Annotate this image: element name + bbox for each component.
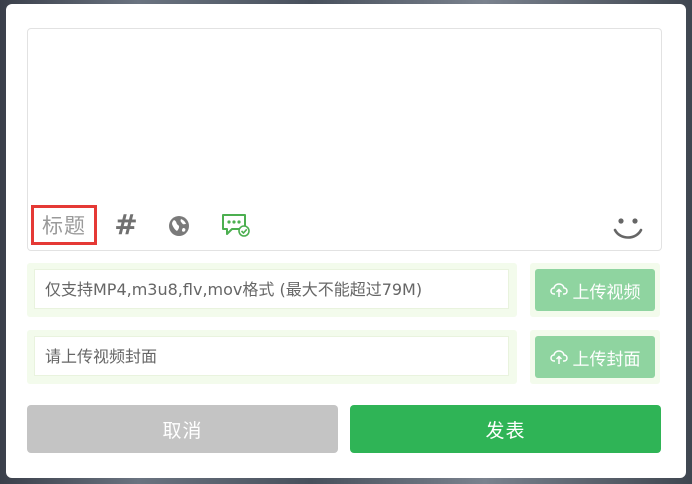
video-url-input[interactable] bbox=[34, 269, 509, 309]
publish-button[interactable]: 发表 bbox=[350, 405, 661, 453]
upload-cover-label: 上传封面 bbox=[572, 349, 641, 370]
hashtag-symbol: # bbox=[114, 207, 138, 241]
publish-button-label: 发表 bbox=[485, 419, 526, 442]
cloud-upload-icon bbox=[549, 350, 568, 364]
globe-icon[interactable] bbox=[168, 215, 190, 237]
upload-video-button[interactable]: 上传视频 bbox=[535, 269, 655, 311]
upload-cover-wrap: 上传封面 bbox=[530, 330, 660, 384]
cloud-upload-icon bbox=[549, 283, 568, 297]
upload-cover-button[interactable]: 上传封面 bbox=[535, 336, 655, 378]
post-dialog: 标题 # 仅支持MP4,m3u8,flv,mov格式 (最大不能超过79M) 上… bbox=[6, 4, 686, 478]
video-row bbox=[27, 263, 517, 317]
message-check-icon[interactable] bbox=[221, 212, 251, 238]
post-editor: 标题 # bbox=[27, 28, 662, 251]
cover-row bbox=[27, 330, 517, 384]
post-text-area[interactable] bbox=[28, 29, 661, 205]
hashtag-icon[interactable]: # bbox=[112, 207, 140, 241]
upload-video-label: 上传视频 bbox=[572, 282, 641, 303]
title-button-label: 标题 bbox=[42, 214, 86, 238]
cancel-button-label: 取消 bbox=[162, 419, 203, 442]
smile-icon[interactable] bbox=[612, 211, 644, 243]
upload-video-wrap: 上传视频 bbox=[530, 263, 660, 317]
cancel-button[interactable]: 取消 bbox=[27, 405, 338, 453]
cover-input[interactable] bbox=[34, 336, 509, 376]
title-button[interactable]: 标题 bbox=[31, 205, 97, 245]
